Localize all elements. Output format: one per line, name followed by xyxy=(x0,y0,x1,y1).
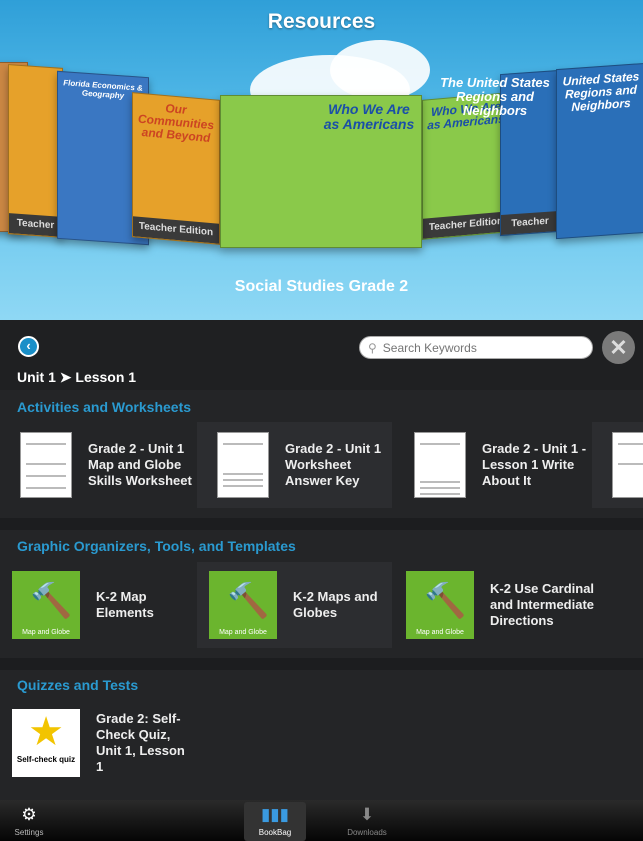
book-cover-title: The United States Regions and Neighbors xyxy=(440,75,550,118)
cover-carousel[interactable]: Resources Teacher Edition Florida Econom… xyxy=(0,0,643,320)
resource-card[interactable]: 🔨 Map and Globe K-2 Maps and Globes xyxy=(197,562,392,648)
resources-panel: ‹ ⚲ ✕ Unit 1 ➤ Lesson 1 Activities and W… xyxy=(0,320,643,800)
divider xyxy=(0,658,643,670)
tab-bar: ⚙ Settings ▮▮▮ BookBag ⬇ Downloads xyxy=(0,800,643,841)
tab-bookbag[interactable]: ▮▮▮ BookBag xyxy=(244,802,306,841)
panel-header: ‹ ⚲ ✕ Unit 1 ➤ Lesson 1 xyxy=(0,320,643,390)
hammer-tool-thumbnail: 🔨 Map and Globe xyxy=(12,571,80,639)
tab-settings[interactable]: ⚙ Settings xyxy=(6,802,52,841)
page-title: Resources xyxy=(267,10,376,33)
worksheet-thumbnail xyxy=(20,432,72,498)
hammer-icon: 🔨 xyxy=(424,582,467,620)
resource-card[interactable]: Grade 2 - Unit 1 Map and Globe Skills Wo… xyxy=(0,422,195,508)
book-cover[interactable]: United States Regions and Neighbors xyxy=(556,62,643,240)
back-button[interactable]: ‹ xyxy=(18,336,39,357)
chevron-left-icon: ‹ xyxy=(26,338,31,353)
section-title: Graphic Organizers, Tools, and Templates xyxy=(17,538,296,554)
section-title: Activities and Worksheets xyxy=(17,399,192,415)
section-title: Quizzes and Tests xyxy=(17,677,139,693)
breadcrumb: Unit 1 ➤ Lesson 1 xyxy=(17,369,137,385)
book-cover-selected[interactable]: Who We Are as Americans xyxy=(220,95,422,248)
divider xyxy=(0,518,643,530)
resource-card[interactable]: 🔨 Map and Globe K-2 Use Cardinal and Inter… xyxy=(394,562,614,648)
hammer-icon: 🔨 xyxy=(227,582,270,620)
gear-icon: ⚙ xyxy=(21,805,37,824)
hammer-tool-thumbnail: 🔨 Map and Globe xyxy=(406,571,474,639)
tab-downloads[interactable]: ⬇ Downloads xyxy=(336,802,398,841)
star-check-icon: ★ xyxy=(28,710,64,754)
hammer-tool-thumbnail: 🔨 Map and Globe xyxy=(209,571,277,639)
resource-card[interactable]: ★ Self-check quiz Grade 2: Self-Check Quiz… xyxy=(0,700,195,786)
self-check-quiz-thumbnail: ★ Self-check quiz xyxy=(12,709,80,777)
cloud xyxy=(330,40,430,100)
selected-book-label: Social Studies Grade 2 xyxy=(234,278,409,295)
resource-card[interactable]: 🔨 Map and Globe K-2 Map Elements xyxy=(0,562,195,648)
worksheet-thumbnail xyxy=(217,432,269,498)
close-button[interactable]: ✕ xyxy=(602,331,635,364)
worksheet-thumbnail xyxy=(414,432,466,498)
search-input[interactable] xyxy=(382,340,573,355)
resource-card[interactable]: Grade 2 - Unit 1 - Lesson 1 Write About … xyxy=(394,422,589,508)
book-cover[interactable]: Our Communities and Beyond Teacher Editio… xyxy=(132,92,220,245)
search-icon: ⚲ xyxy=(368,340,377,355)
close-icon: ✕ xyxy=(609,335,628,360)
search-field[interactable]: ⚲ xyxy=(359,336,593,359)
resource-card[interactable] xyxy=(592,422,643,508)
books-icon: ▮▮▮ xyxy=(260,805,290,824)
hammer-icon: 🔨 xyxy=(30,582,73,620)
worksheet-thumbnail xyxy=(612,432,643,498)
download-icon: ⬇ xyxy=(359,805,375,824)
book-cover[interactable]: Teacher Edition xyxy=(8,64,63,238)
resource-card[interactable]: Grade 2 - Unit 1 Worksheet Answer Key xyxy=(197,422,392,508)
